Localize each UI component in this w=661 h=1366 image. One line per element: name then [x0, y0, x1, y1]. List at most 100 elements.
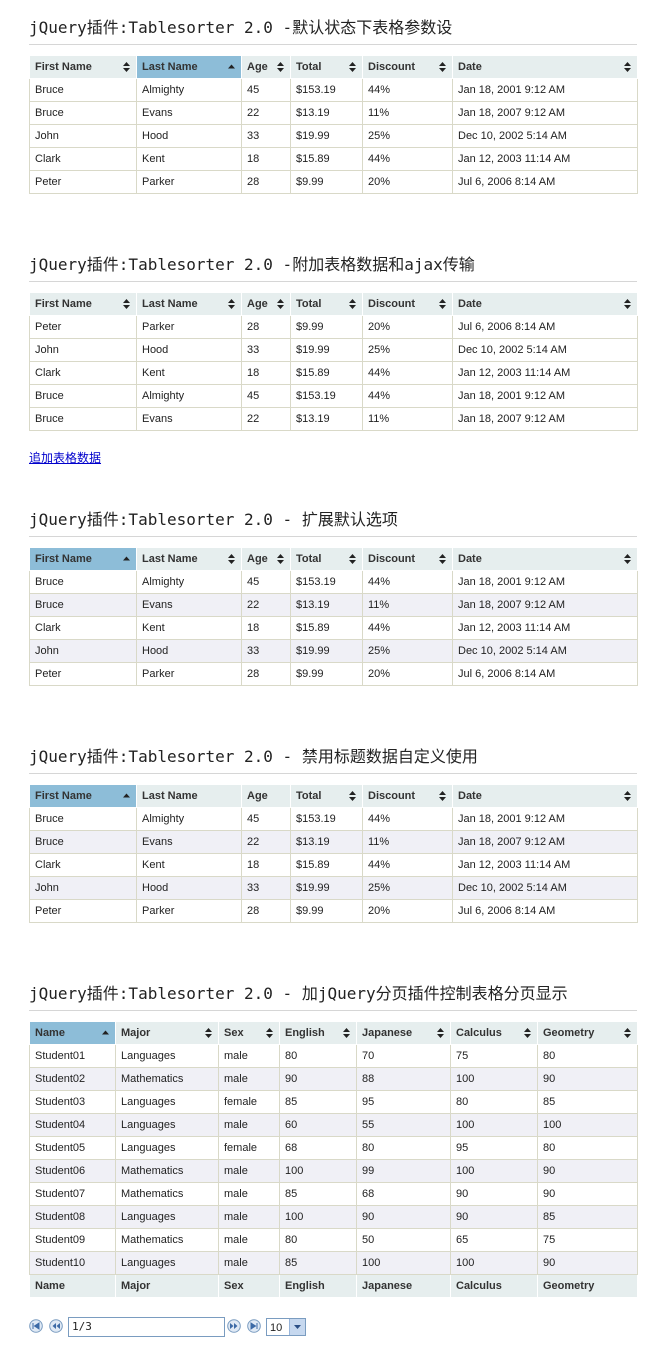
column-header-label: Date [458, 298, 482, 310]
cell-date: Dec 10, 2002 5:14 AM [452, 876, 638, 900]
cell-name: Student04 [29, 1113, 116, 1137]
column-header-discount[interactable]: Discount [362, 784, 453, 808]
cell-discount: 44% [362, 616, 453, 640]
cell-date: Dec 10, 2002 5:14 AM [452, 338, 638, 362]
section-default-params: jQuery插件:Tablesorter 2.0 -默认状态下表格参数设 [29, 18, 637, 45]
column-footer-calculus: Calculus [450, 1274, 538, 1298]
column-header-discount[interactable]: Discount [362, 547, 453, 571]
cell-discount: 11% [362, 830, 453, 854]
column-header-date[interactable]: Date [452, 547, 638, 571]
cell-first-name: John [29, 876, 137, 900]
table-row: Student09 Mathematics male 80 50 65 75 [29, 1228, 638, 1252]
column-header-geometry[interactable]: Geometry [537, 1021, 638, 1045]
cell-total: $19.99 [290, 338, 363, 362]
column-header-total[interactable]: Total [290, 55, 363, 79]
cell-last-name: Kent [136, 853, 242, 877]
column-header-age[interactable]: Age [241, 55, 291, 79]
column-header-date[interactable]: Date [452, 784, 638, 808]
append-table-data-link[interactable]: 追加表格数据 [29, 449, 101, 466]
chevron-down-icon[interactable] [289, 1319, 305, 1335]
column-header-first-name[interactable]: First Name [29, 55, 137, 79]
column-header-total[interactable]: Total [290, 292, 363, 316]
first-page-icon[interactable] [29, 1319, 43, 1333]
next-page-icon[interactable] [227, 1319, 241, 1333]
last-page-icon[interactable] [247, 1319, 261, 1333]
sort-both-icon [624, 62, 631, 72]
column-header-label: Discount [368, 298, 416, 310]
cell-date: Dec 10, 2002 5:14 AM [452, 639, 638, 663]
cell-last-name: Kent [136, 361, 242, 385]
sort-both-icon [228, 554, 235, 564]
cell-major: Languages [115, 1090, 219, 1114]
cell-calculus: 100 [450, 1113, 538, 1137]
column-header-label: First Name [35, 553, 92, 565]
prev-page-icon[interactable] [49, 1319, 63, 1333]
cell-major: Languages [115, 1136, 219, 1160]
column-header-label: Calculus [456, 1027, 502, 1039]
column-header-last-name[interactable]: Last Name [136, 547, 242, 571]
sort-both-icon [349, 299, 356, 309]
cell-name: Student09 [29, 1228, 116, 1252]
cell-name: Student06 [29, 1159, 116, 1183]
cell-discount: 44% [362, 147, 453, 171]
cell-age: 33 [241, 338, 291, 362]
column-header-label: Date [458, 790, 482, 802]
cell-total: $15.89 [290, 147, 363, 171]
cell-discount: 11% [362, 101, 453, 125]
cell-major: Mathematics [115, 1228, 219, 1252]
column-header-last-name[interactable]: Last Name [136, 292, 242, 316]
column-header-first-name[interactable]: First Name [29, 292, 137, 316]
cell-date: Jan 12, 2003 11:14 AM [452, 853, 638, 877]
column-header-calculus[interactable]: Calculus [450, 1021, 538, 1045]
column-header-japanese[interactable]: Japanese [356, 1021, 451, 1045]
column-header-first-name[interactable]: First Name [29, 547, 137, 571]
section-title: jQuery插件:Tablesorter 2.0 -附加表格数据和ajax传输 [29, 255, 637, 282]
column-header-english[interactable]: English [279, 1021, 357, 1045]
cell-calculus: 95 [450, 1136, 538, 1160]
column-header-first-name[interactable]: First Name [29, 784, 137, 808]
sort-both-icon [123, 299, 130, 309]
sort-both-icon [343, 1028, 350, 1038]
column-header-total[interactable]: Total [290, 547, 363, 571]
column-header-total[interactable]: Total [290, 784, 363, 808]
cell-first-name: Peter [29, 662, 137, 686]
cell-total: $153.19 [290, 78, 363, 102]
cell-total: $19.99 [290, 876, 363, 900]
table-row: Student02 Mathematics male 90 88 100 90 [29, 1067, 638, 1091]
cell-geometry: 90 [537, 1159, 638, 1183]
column-header-age[interactable]: Age [241, 292, 291, 316]
table-row: Bruce Almighty 45 $153.19 44% Jan 18, 2001 9:… [29, 384, 638, 408]
people-table-default: First Name Last Name Age Total Discount Date B… [29, 55, 638, 194]
column-header-date[interactable]: Date [452, 292, 638, 316]
section-title: jQuery插件:Tablesorter 2.0 - 加jQuery分页插件控制… [29, 984, 637, 1011]
column-header-label: English [285, 1027, 325, 1039]
pager: 1/3 10 [29, 1317, 329, 1339]
page-display-input[interactable]: 1/3 [68, 1317, 225, 1337]
cell-geometry: 80 [537, 1044, 638, 1068]
cell-japanese: 80 [356, 1136, 451, 1160]
column-footer-major: Major [115, 1274, 219, 1298]
column-header-date[interactable]: Date [452, 55, 638, 79]
page-size-select[interactable]: 10 [266, 1318, 306, 1336]
cell-age: 45 [241, 807, 291, 831]
cell-date: Jan 18, 2007 9:12 AM [452, 593, 638, 617]
column-header-sex[interactable]: Sex [218, 1021, 280, 1045]
table-row: Bruce Evans 22 $13.19 11% Jan 18, 2007 9:12 A… [29, 830, 638, 854]
column-header-last-name[interactable]: Last Name [136, 55, 242, 79]
cell-japanese: 50 [356, 1228, 451, 1252]
table-row: Student08 Languages male 100 90 90 85 [29, 1205, 638, 1229]
column-header-discount[interactable]: Discount [362, 55, 453, 79]
column-header-major[interactable]: Major [115, 1021, 219, 1045]
column-header-name[interactable]: Name [29, 1021, 116, 1045]
cell-total: $13.19 [290, 830, 363, 854]
column-header-age[interactable]: Age [241, 547, 291, 571]
cell-date: Jan 12, 2003 11:14 AM [452, 616, 638, 640]
table-row: Clark Kent 18 $15.89 44% Jan 12, 2003 11:14 A… [29, 361, 638, 385]
cell-discount: 25% [362, 876, 453, 900]
sort-both-icon [624, 554, 631, 564]
cell-total: $13.19 [290, 593, 363, 617]
people-table-extended: First Name Last Name Age Total Discount Date B… [29, 547, 638, 686]
column-header-age: Age [241, 784, 291, 808]
cell-geometry: 75 [537, 1228, 638, 1252]
column-header-discount[interactable]: Discount [362, 292, 453, 316]
